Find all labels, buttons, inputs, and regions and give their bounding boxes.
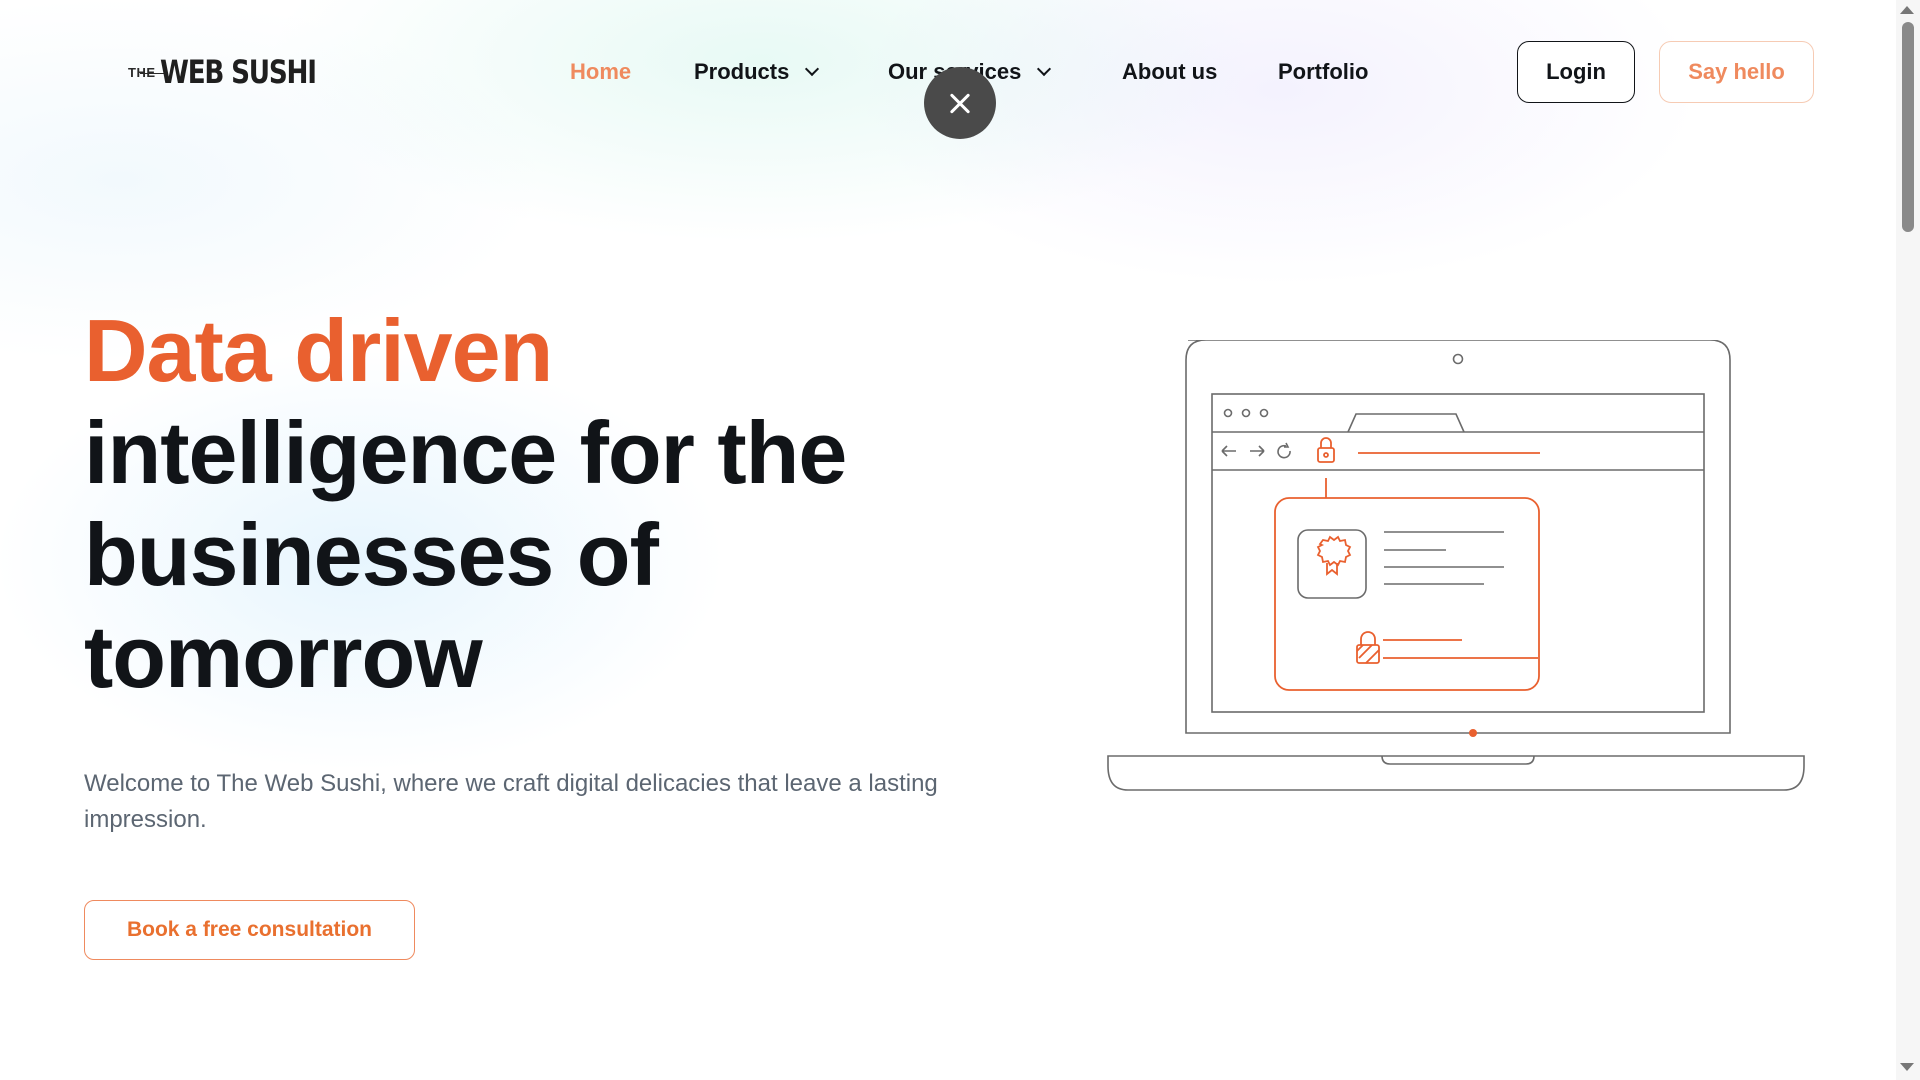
award-seal-icon — [1316, 535, 1352, 567]
hero-subtitle: Welcome to The Web Sushi, where we craft… — [84, 770, 938, 833]
back-arrow-icon — [1221, 445, 1236, 457]
browser-tab — [1347, 413, 1465, 433]
laptop-screen-frame — [1185, 340, 1731, 734]
site-logo[interactable]: THE WEB SUSHI — [128, 52, 349, 92]
scroll-down-arrow-icon[interactable] — [1900, 1063, 1914, 1071]
logo-prefix: THE — [128, 64, 165, 80]
hero-title: Data driven intelligence for the busines… — [84, 300, 984, 708]
chevron-down-icon — [1037, 61, 1052, 77]
say-hello-button-label: Say hello — [1688, 59, 1785, 84]
book-consultation-button[interactable]: Book a free consultation — [84, 900, 415, 960]
webcam-icon — [1452, 353, 1464, 365]
book-consultation-button-label: Book a free consultation — [126, 918, 373, 941]
nav-products-label: Products — [694, 59, 790, 84]
nav-products[interactable]: Products — [694, 56, 820, 88]
chevron-down-icon — [805, 61, 820, 77]
nav-about-us[interactable]: About us — [1122, 56, 1217, 88]
nav-portfolio[interactable]: Portfolio — [1278, 56, 1368, 88]
forward-arrow-icon — [1250, 445, 1265, 457]
hero-title-rest: intelligence for the businesses of tomor… — [84, 403, 847, 706]
nav-home-label: Home — [570, 59, 632, 84]
say-hello-button[interactable]: Say hello — [1659, 41, 1814, 103]
browser-window — [1211, 393, 1705, 713]
close-button[interactable] — [924, 67, 996, 139]
laptop-trackpad-notch — [1381, 755, 1535, 765]
secure-card — [1274, 497, 1540, 691]
scrollbar-thumb[interactable] — [1902, 22, 1914, 232]
hero-title-accent: Data driven — [84, 301, 553, 400]
login-button-label: Login — [1546, 59, 1606, 84]
padlock-icon — [1317, 447, 1335, 463]
laptop-secure-browser-illustration — [1107, 340, 1805, 791]
page: THE WEB SUSHI Home Products Our services… — [0, 0, 1920, 1080]
logo-wordmark: WEB SUSHI — [159, 53, 317, 91]
scroll-up-arrow-icon[interactable] — [1900, 6, 1914, 14]
login-button[interactable]: Login — [1517, 41, 1635, 103]
nav-portfolio-label: Portfolio — [1278, 59, 1369, 84]
laptop-base — [1107, 755, 1805, 791]
nav-about-us-label: About us — [1122, 59, 1218, 84]
power-indicator-dot — [1469, 729, 1477, 737]
nav-home[interactable]: Home — [570, 56, 631, 88]
